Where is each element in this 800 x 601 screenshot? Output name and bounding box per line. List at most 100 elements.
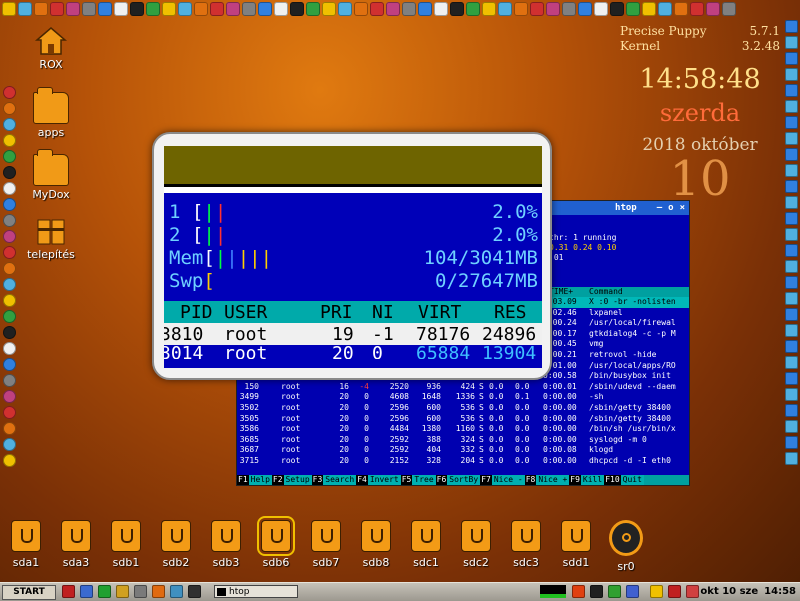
launcher-icon[interactable]	[784, 148, 798, 161]
launcher-icon[interactable]	[386, 2, 400, 16]
fkey-f7[interactable]: F7 Nice -	[480, 475, 525, 485]
drive-icon-sdb1[interactable]: sdb1	[102, 520, 150, 569]
launcher-icon[interactable]	[784, 372, 798, 385]
launcher-icon[interactable]	[784, 356, 798, 369]
launcher-icon[interactable]	[784, 100, 798, 113]
quick-launch-icon[interactable]	[170, 585, 183, 598]
launcher-icon[interactable]	[2, 406, 16, 419]
launcher-icon[interactable]	[82, 2, 96, 16]
launcher-icon[interactable]	[258, 2, 272, 16]
quick-launch-icon[interactable]	[116, 585, 129, 598]
launcher-icon[interactable]	[514, 2, 528, 16]
launcher-icon[interactable]	[784, 292, 798, 305]
desktop-icon-install[interactable]: telepítés	[16, 216, 86, 261]
launcher-icon[interactable]	[34, 2, 48, 16]
launcher-icon[interactable]	[784, 228, 798, 241]
launcher-icon[interactable]	[546, 2, 560, 16]
desktop-icon-apps[interactable]: apps	[16, 87, 86, 139]
firewall-icon[interactable]	[572, 585, 585, 598]
process-row[interactable]: 3505 root 20 0 2596 600 536 S 0.0 0.0 0:00.00/sbin…	[237, 414, 689, 425]
process-row[interactable]: 3687 root 20 0 2592 404 332 S 0.0 0.0 0:00.08 klogd	[237, 445, 689, 456]
launcher-icon[interactable]	[194, 2, 208, 16]
launcher-icon[interactable]	[784, 276, 798, 289]
drive-icon-sdb3[interactable]: sdb3	[202, 520, 250, 569]
launcher-icon[interactable]	[98, 2, 112, 16]
launcher-icon[interactable]	[146, 2, 160, 16]
launcher-icon[interactable]	[2, 438, 16, 451]
fkey-f9[interactable]: F9 Kill	[569, 475, 605, 485]
function-key-bar[interactable]: F1 Help F2 Setup F3 Search F4 Invert F5 Tree F6 Sor…	[237, 475, 689, 485]
launcher-icon[interactable]	[784, 324, 798, 337]
launcher-icon[interactable]	[2, 102, 16, 115]
process-list[interactable]: 0.00.00:00.58/bin/busybox init150root16-…	[237, 371, 689, 466]
launcher-icon[interactable]	[434, 2, 448, 16]
launcher-icon[interactable]	[2, 294, 16, 307]
drive-icon-sr0[interactable]: sr0	[602, 520, 650, 573]
launcher-icon[interactable]	[2, 230, 16, 243]
launcher-icon[interactable]	[2, 134, 16, 147]
network-icon[interactable]	[608, 585, 621, 598]
launcher-icon[interactable]	[784, 420, 798, 433]
launcher-icon[interactable]	[2, 166, 16, 179]
launcher-icon[interactable]	[594, 2, 608, 16]
launcher-icon[interactable]	[226, 2, 240, 16]
fkey-f8[interactable]: F8 Nice +	[524, 475, 570, 485]
launcher-icon[interactable]	[784, 388, 798, 401]
launcher-icon[interactable]	[498, 2, 512, 16]
fkey-f5[interactable]: F5 Tree	[400, 475, 436, 485]
drive-icon-sdc3[interactable]: sdc3	[502, 520, 550, 569]
launcher-icon[interactable]	[2, 358, 16, 371]
launcher-icon[interactable]	[784, 404, 798, 417]
launcher-icon[interactable]	[784, 260, 798, 273]
launcher-icon[interactable]	[784, 212, 798, 225]
launcher-icon[interactable]	[2, 150, 16, 163]
launcher-icon[interactable]	[784, 36, 798, 49]
launcher-icon[interactable]	[642, 2, 656, 16]
drive-icon-sdb2[interactable]: sdb2	[152, 520, 200, 569]
maximize-button[interactable]: o	[668, 203, 673, 213]
fkey-f1[interactable]: F1 Help	[237, 475, 272, 485]
launcher-icon[interactable]	[690, 2, 704, 16]
launcher-icon[interactable]	[2, 2, 16, 16]
launcher-icon[interactable]	[2, 310, 16, 323]
drive-icon-sda1[interactable]: sda1	[2, 520, 50, 569]
drive-icon-sdd1[interactable]: sdd1	[552, 520, 600, 569]
launcher-icon[interactable]	[784, 452, 798, 465]
launcher-icon[interactable]	[482, 2, 496, 16]
launcher-icon[interactable]	[450, 2, 464, 16]
launcher-icon[interactable]	[578, 2, 592, 16]
fkey-f10[interactable]: F10 Quit	[604, 475, 644, 485]
quick-launch-icon[interactable]	[80, 585, 93, 598]
fkey-f3[interactable]: F3 Search	[311, 475, 357, 485]
fkey-f6[interactable]: F6 SortBy	[435, 475, 481, 485]
launcher-icon[interactable]	[210, 2, 224, 16]
launcher-icon[interactable]	[2, 86, 16, 99]
launcher-icon[interactable]	[674, 2, 688, 16]
launcher-icon[interactable]	[242, 2, 256, 16]
launcher-icon[interactable]	[784, 20, 798, 33]
launcher-icon[interactable]	[66, 2, 80, 16]
launcher-icon[interactable]	[784, 436, 798, 449]
launcher-icon[interactable]	[562, 2, 576, 16]
desktop-icon-mydox[interactable]: MyDox	[16, 149, 86, 201]
launcher-icon[interactable]	[722, 2, 736, 16]
launcher-icon[interactable]	[274, 2, 288, 16]
launcher-icon[interactable]	[402, 2, 416, 16]
launcher-icon[interactable]	[50, 2, 64, 16]
drive-icon-sdb6[interactable]: sdb6	[252, 516, 300, 569]
launcher-icon[interactable]	[784, 116, 798, 129]
process-row[interactable]: 150 root 16 -4 2520 936 424 S 0.0 0.0 0:00.01/sbin…	[237, 382, 689, 393]
launcher-icon[interactable]	[2, 198, 16, 211]
launcher-icon[interactable]	[784, 52, 798, 65]
launcher-icon[interactable]	[2, 214, 16, 227]
tray-clock[interactable]: okt 10 sze 14:58	[694, 585, 800, 598]
launcher-icon[interactable]	[658, 2, 672, 16]
launcher-icon[interactable]	[2, 182, 16, 195]
launcher-icon[interactable]	[706, 2, 720, 16]
process-row[interactable]: 3586 root 20 0 4484 1380 1160 S 0.0 0.0 0:00.00/bi…	[237, 424, 689, 435]
launcher-icon[interactable]	[784, 308, 798, 321]
launcher-icon[interactable]	[354, 2, 368, 16]
launcher-icon[interactable]	[338, 2, 352, 16]
process-row[interactable]: 3715 root 20 0 2152 328 204 S 0.0 0.0 0:00.00 dhcpc…	[237, 456, 689, 467]
launcher-icon[interactable]	[784, 84, 798, 97]
